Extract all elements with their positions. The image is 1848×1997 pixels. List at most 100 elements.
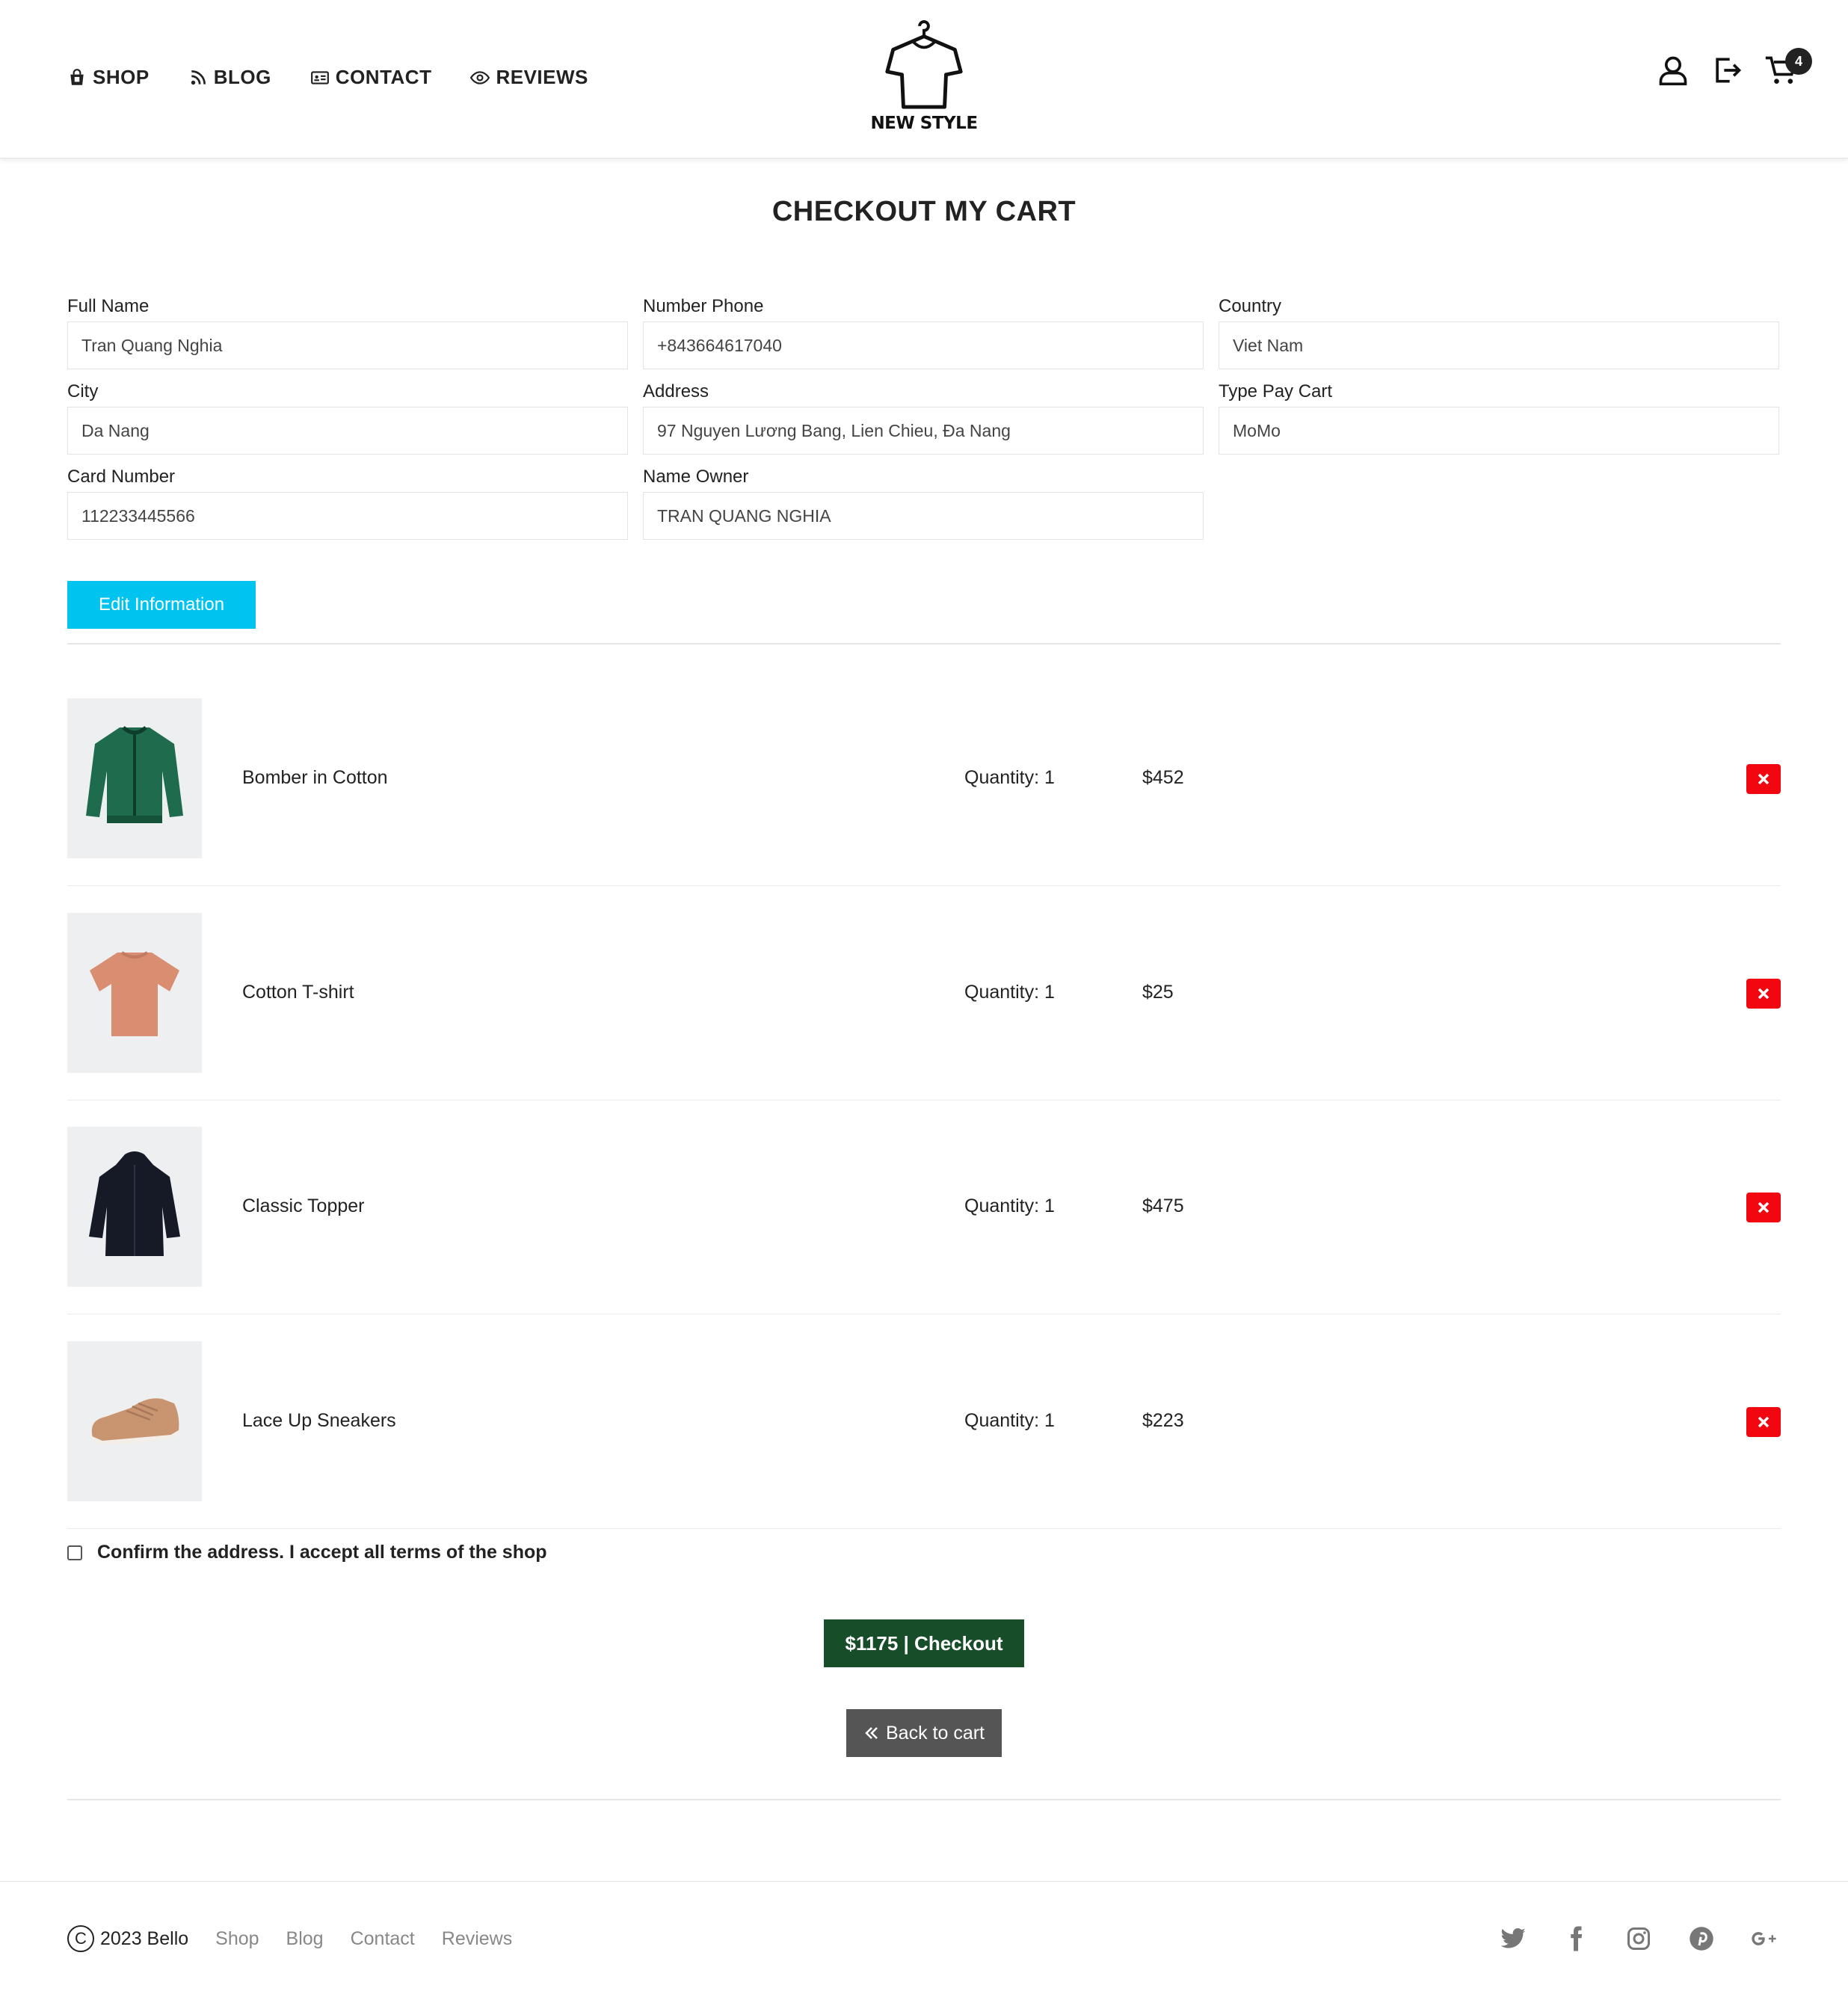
confirm-label: Confirm the address. I accept all terms …: [97, 1542, 547, 1563]
card-number-label: Card Number: [67, 467, 176, 487]
product-price: $25: [1142, 982, 1174, 1003]
nav-shop[interactable]: SHOP: [67, 66, 150, 89]
close-icon: [1758, 1416, 1770, 1428]
cart-count-badge: 4: [1785, 48, 1812, 75]
back-to-cart-button[interactable]: Back to cart: [846, 1709, 1002, 1757]
facebook-link[interactable]: [1559, 1922, 1592, 1955]
back-to-cart-label: Back to cart: [886, 1722, 985, 1744]
header-actions: 4: [1640, 48, 1812, 91]
card-number-group: Card Number 112233445566: [67, 467, 628, 540]
phone-field[interactable]: +843664617040: [643, 321, 1204, 369]
nav-contact[interactable]: CONTACT: [310, 66, 432, 89]
product-quantity: Quantity: 1: [964, 1410, 1055, 1431]
twitter-link[interactable]: [1497, 1922, 1530, 1955]
nav-contact-label: CONTACT: [335, 66, 432, 88]
logout-button[interactable]: [1710, 54, 1748, 91]
product-image[interactable]: [67, 698, 202, 858]
site-logo[interactable]: NEW STYLE: [867, 19, 981, 139]
remove-item-button[interactable]: [1746, 1193, 1781, 1222]
pinterest-icon: [1690, 1927, 1713, 1951]
facebook-icon: [1571, 1926, 1583, 1951]
logout-icon: [1716, 58, 1742, 83]
footer-link-shop[interactable]: Shop: [215, 1928, 259, 1950]
nav-reviews[interactable]: REVIEWS: [470, 66, 588, 89]
address-field[interactable]: 97 Nguyen Lương Bang, Lien Chieu, Đa Nan…: [643, 407, 1204, 455]
nav-blog-label: BLOG: [213, 66, 271, 88]
footer-left: C 2023 Bello Shop Blog Contact Reviews: [67, 1925, 539, 1952]
row-divider: [67, 1528, 1781, 1529]
country-field[interactable]: Viet Nam: [1219, 321, 1779, 369]
bomber-jacket-icon: [86, 726, 183, 823]
nav-reviews-label: REVIEWS: [496, 66, 588, 88]
site-header: SHOP BLOG CONTACT REVIEWS NEW STYLE 4: [0, 0, 1848, 159]
cart-item: Classic Topper Quantity: 1 $475: [67, 1127, 1781, 1287]
instagram-icon: [1627, 1927, 1650, 1950]
product-price: $223: [1142, 1410, 1184, 1431]
nav-blog[interactable]: BLOG: [188, 66, 271, 89]
product-quantity: Quantity: 1: [964, 767, 1055, 788]
product-image[interactable]: [67, 1127, 202, 1287]
product-image[interactable]: [67, 1341, 202, 1501]
sneaker-icon: [91, 1398, 179, 1445]
checkout-button[interactable]: $1175 | Checkout: [824, 1619, 1024, 1667]
product-price: $452: [1142, 767, 1184, 788]
product-image[interactable]: [67, 913, 202, 1073]
account-button[interactable]: [1657, 54, 1694, 91]
edit-information-button[interactable]: Edit Information: [67, 581, 256, 629]
city-field[interactable]: Da Nang: [67, 407, 628, 455]
blog-icon: [191, 70, 206, 84]
tshirt-icon: [90, 951, 179, 1036]
address-group: Address 97 Nguyen Lương Bang, Lien Chieu…: [643, 381, 1204, 455]
name-owner-field[interactable]: TRAN QUANG NGHIA: [643, 492, 1204, 540]
cart-button[interactable]: 4: [1764, 48, 1812, 91]
confirm-checkbox[interactable]: [67, 1545, 82, 1560]
remove-item-button[interactable]: [1746, 764, 1781, 794]
full-name-label: Full Name: [67, 296, 150, 316]
footer-link-contact[interactable]: Contact: [351, 1928, 415, 1950]
divider: [67, 1799, 1781, 1800]
divider: [67, 643, 1781, 644]
row-divider: [67, 885, 1781, 886]
confirm-terms[interactable]: Confirm the address. I accept all terms …: [67, 1542, 547, 1563]
product-price: $475: [1142, 1196, 1184, 1216]
google-plus-link[interactable]: [1748, 1922, 1781, 1955]
product-name: Bomber in Cotton: [242, 767, 388, 788]
main-nav: SHOP BLOG CONTACT REVIEWS: [67, 66, 627, 89]
product-name: Cotton T-shirt: [242, 982, 354, 1003]
pay-type-group: Type Pay Cart MoMo: [1219, 381, 1779, 455]
name-owner-group: Name Owner TRAN QUANG NGHIA: [643, 467, 1204, 540]
footer-link-blog[interactable]: Blog: [286, 1928, 324, 1950]
name-owner-label: Name Owner: [643, 467, 749, 487]
coat-icon: [89, 1151, 180, 1256]
country-group: Country Viet Nam: [1219, 296, 1779, 369]
copyright-icon: C: [67, 1925, 94, 1952]
city-label: City: [67, 381, 99, 401]
pay-type-label: Type Pay Cart: [1219, 381, 1333, 401]
logo-text: NEW STYLE: [870, 114, 978, 133]
remove-item-button[interactable]: [1746, 1407, 1781, 1437]
site-footer: C 2023 Bello Shop Blog Contact Reviews: [0, 1881, 1848, 1997]
contact-card-icon: [310, 70, 329, 84]
city-group: City Da Nang: [67, 381, 628, 455]
pinterest-link[interactable]: [1685, 1922, 1718, 1955]
row-divider: [67, 1100, 1781, 1101]
footer-link-reviews[interactable]: Reviews: [442, 1928, 512, 1950]
instagram-link[interactable]: [1622, 1922, 1655, 1955]
cart-item: Bomber in Cotton Quantity: 1 $452: [67, 698, 1781, 858]
product-name: Classic Topper: [242, 1196, 365, 1216]
country-label: Country: [1219, 296, 1282, 316]
social-links: [1467, 1922, 1781, 1955]
address-label: Address: [643, 381, 709, 401]
close-icon: [1758, 988, 1770, 1000]
nav-shop-label: SHOP: [93, 66, 150, 88]
pay-type-field[interactable]: MoMo: [1219, 407, 1779, 455]
double-chevron-left-icon: [865, 1727, 878, 1739]
user-icon: [1659, 56, 1687, 86]
close-icon: [1758, 773, 1770, 785]
close-icon: [1758, 1201, 1770, 1213]
card-number-field[interactable]: 112233445566: [67, 492, 628, 540]
remove-item-button[interactable]: [1746, 979, 1781, 1009]
product-name: Lace Up Sneakers: [242, 1410, 396, 1431]
full-name-field[interactable]: Tran Quang Nghia: [67, 321, 628, 369]
full-name-group: Full Name Tran Quang Nghia: [67, 296, 628, 369]
